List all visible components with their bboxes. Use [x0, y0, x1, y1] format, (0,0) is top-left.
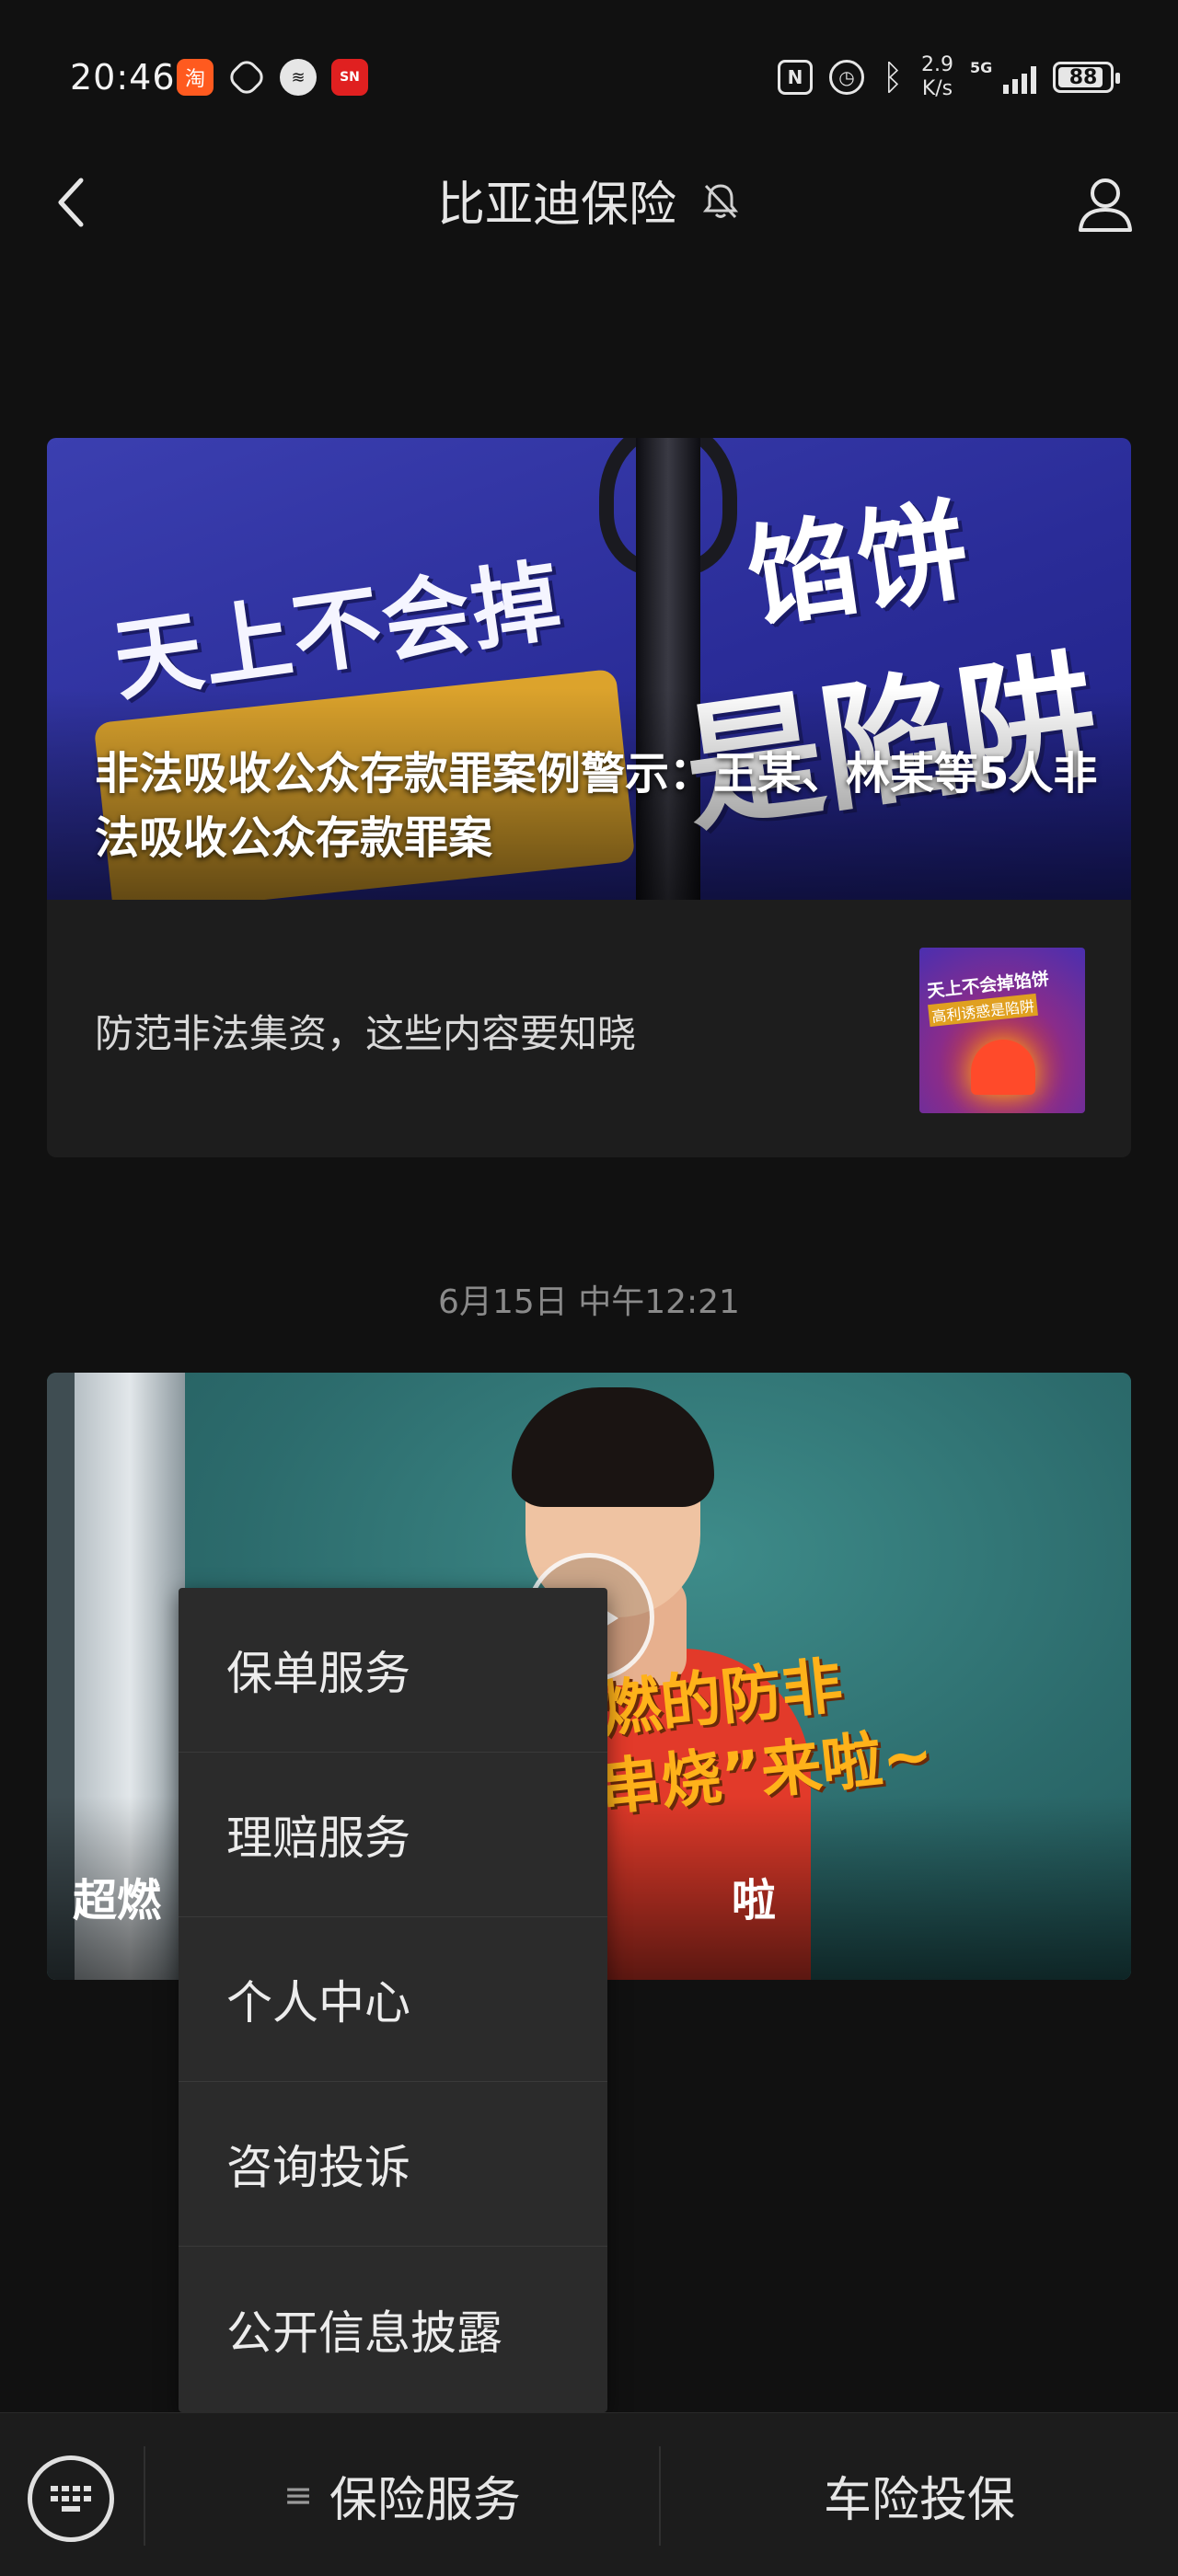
alarm-icon: ◷ — [829, 60, 864, 95]
nfc-icon: N — [778, 60, 813, 95]
suning-icon: SN — [331, 59, 368, 96]
sub-item-thumbnail: 天上不会掉馅饼 高利诱惑是陷阱 — [919, 948, 1085, 1113]
video-title-left: 超燃 — [73, 1875, 162, 1926]
siren-icon — [971, 1040, 1035, 1095]
notification-icons: 淘 ≋ SN — [177, 56, 368, 98]
menu-lines-icon: ≡ — [283, 2475, 313, 2515]
system-icons: N ◷ ᛒ 2.9 K/s 5G 88 — [778, 53, 1120, 101]
menu-item-info-disclosure[interactable]: 公开信息披露 — [179, 2247, 607, 2412]
voice-icon: ≋ — [280, 59, 317, 96]
title-bar: 比亚迪保险 — [0, 147, 1178, 258]
message-timestamp: 6月15日 中午12:21 — [438, 1283, 740, 1321]
sub-item-title: 防范非法集资，这些内容要知晓 — [95, 1011, 637, 1056]
user-icon — [1079, 178, 1132, 232]
battery-icon: 88 — [1053, 62, 1120, 93]
keyboard-toggle-button[interactable] — [28, 2455, 114, 2542]
network-type: 5G — [970, 59, 993, 76]
article-sub-item[interactable]: 防范非法集资，这些内容要知晓 天上不会掉馅饼 高利诱惑是陷阱 — [47, 900, 1131, 1157]
article-banner[interactable]: 天上不会掉 馅饼 是陷阱 非法吸收公众存款罪案例警示：王某、林某等5人非法吸收公… — [47, 438, 1131, 900]
status-bar: 20:46 淘 ≋ SN N ◷ ᛒ 2.9 K/s 5G 88 — [0, 0, 1178, 138]
network-speed-value: 2.9 — [921, 53, 953, 76]
taobao-icon: 淘 — [177, 59, 214, 96]
network-speed-unit: K/s — [921, 77, 953, 100]
insurance-service-label: 保险服务 — [329, 2472, 521, 2528]
screen: 20:46 淘 ≋ SN N ◷ ᛒ 2.9 K/s 5G 88 比亚迪保险 天… — [0, 0, 1178, 2576]
service-popup-menu: 保单服务 理赔服务 个人中心 咨询投诉 公开信息披露 — [179, 1588, 607, 2412]
insurance-service-menu-button[interactable]: ≡ 保险服务 — [145, 2413, 659, 2576]
hand-icon — [225, 56, 268, 98]
page-title: 比亚迪保险 — [436, 178, 676, 233]
battery-level: 88 — [1068, 65, 1098, 89]
bottom-menu-bar: ≡ 保险服务 车险投保 — [0, 2412, 1178, 2576]
mute-bell-icon — [702, 183, 739, 218]
profile-button[interactable] — [1073, 171, 1138, 236]
keyboard-icon — [51, 2486, 91, 2512]
menu-item-claims-service[interactable]: 理赔服务 — [179, 1753, 607, 1917]
menu-item-personal-center[interactable]: 个人中心 — [179, 1917, 607, 2082]
article-headline[interactable]: 非法吸收公众存款罪案例警示：王某、林某等5人非法吸收公众存款罪案 — [95, 742, 1098, 870]
menu-item-consult-complaint[interactable]: 咨询投诉 — [179, 2082, 607, 2247]
video-title-right: 啦 — [732, 1875, 777, 1926]
menu-item-policy-service[interactable]: 保单服务 — [179, 1588, 607, 1753]
banner-slogan-2: 馅饼 — [740, 486, 977, 644]
bluetooth-icon: ᛒ — [882, 57, 904, 98]
signal-icon: 5G — [970, 59, 1036, 96]
car-insurance-menu-button[interactable]: 车险投保 — [661, 2413, 1178, 2576]
network-speed: 2.9 K/s — [921, 53, 953, 101]
status-time: 20:46 — [70, 57, 176, 98]
article-card[interactable]: 天上不会掉 馅饼 是陷阱 非法吸收公众存款罪案例警示：王某、林某等5人非法吸收公… — [47, 438, 1131, 1157]
car-insurance-label: 车险投保 — [823, 2472, 1015, 2528]
